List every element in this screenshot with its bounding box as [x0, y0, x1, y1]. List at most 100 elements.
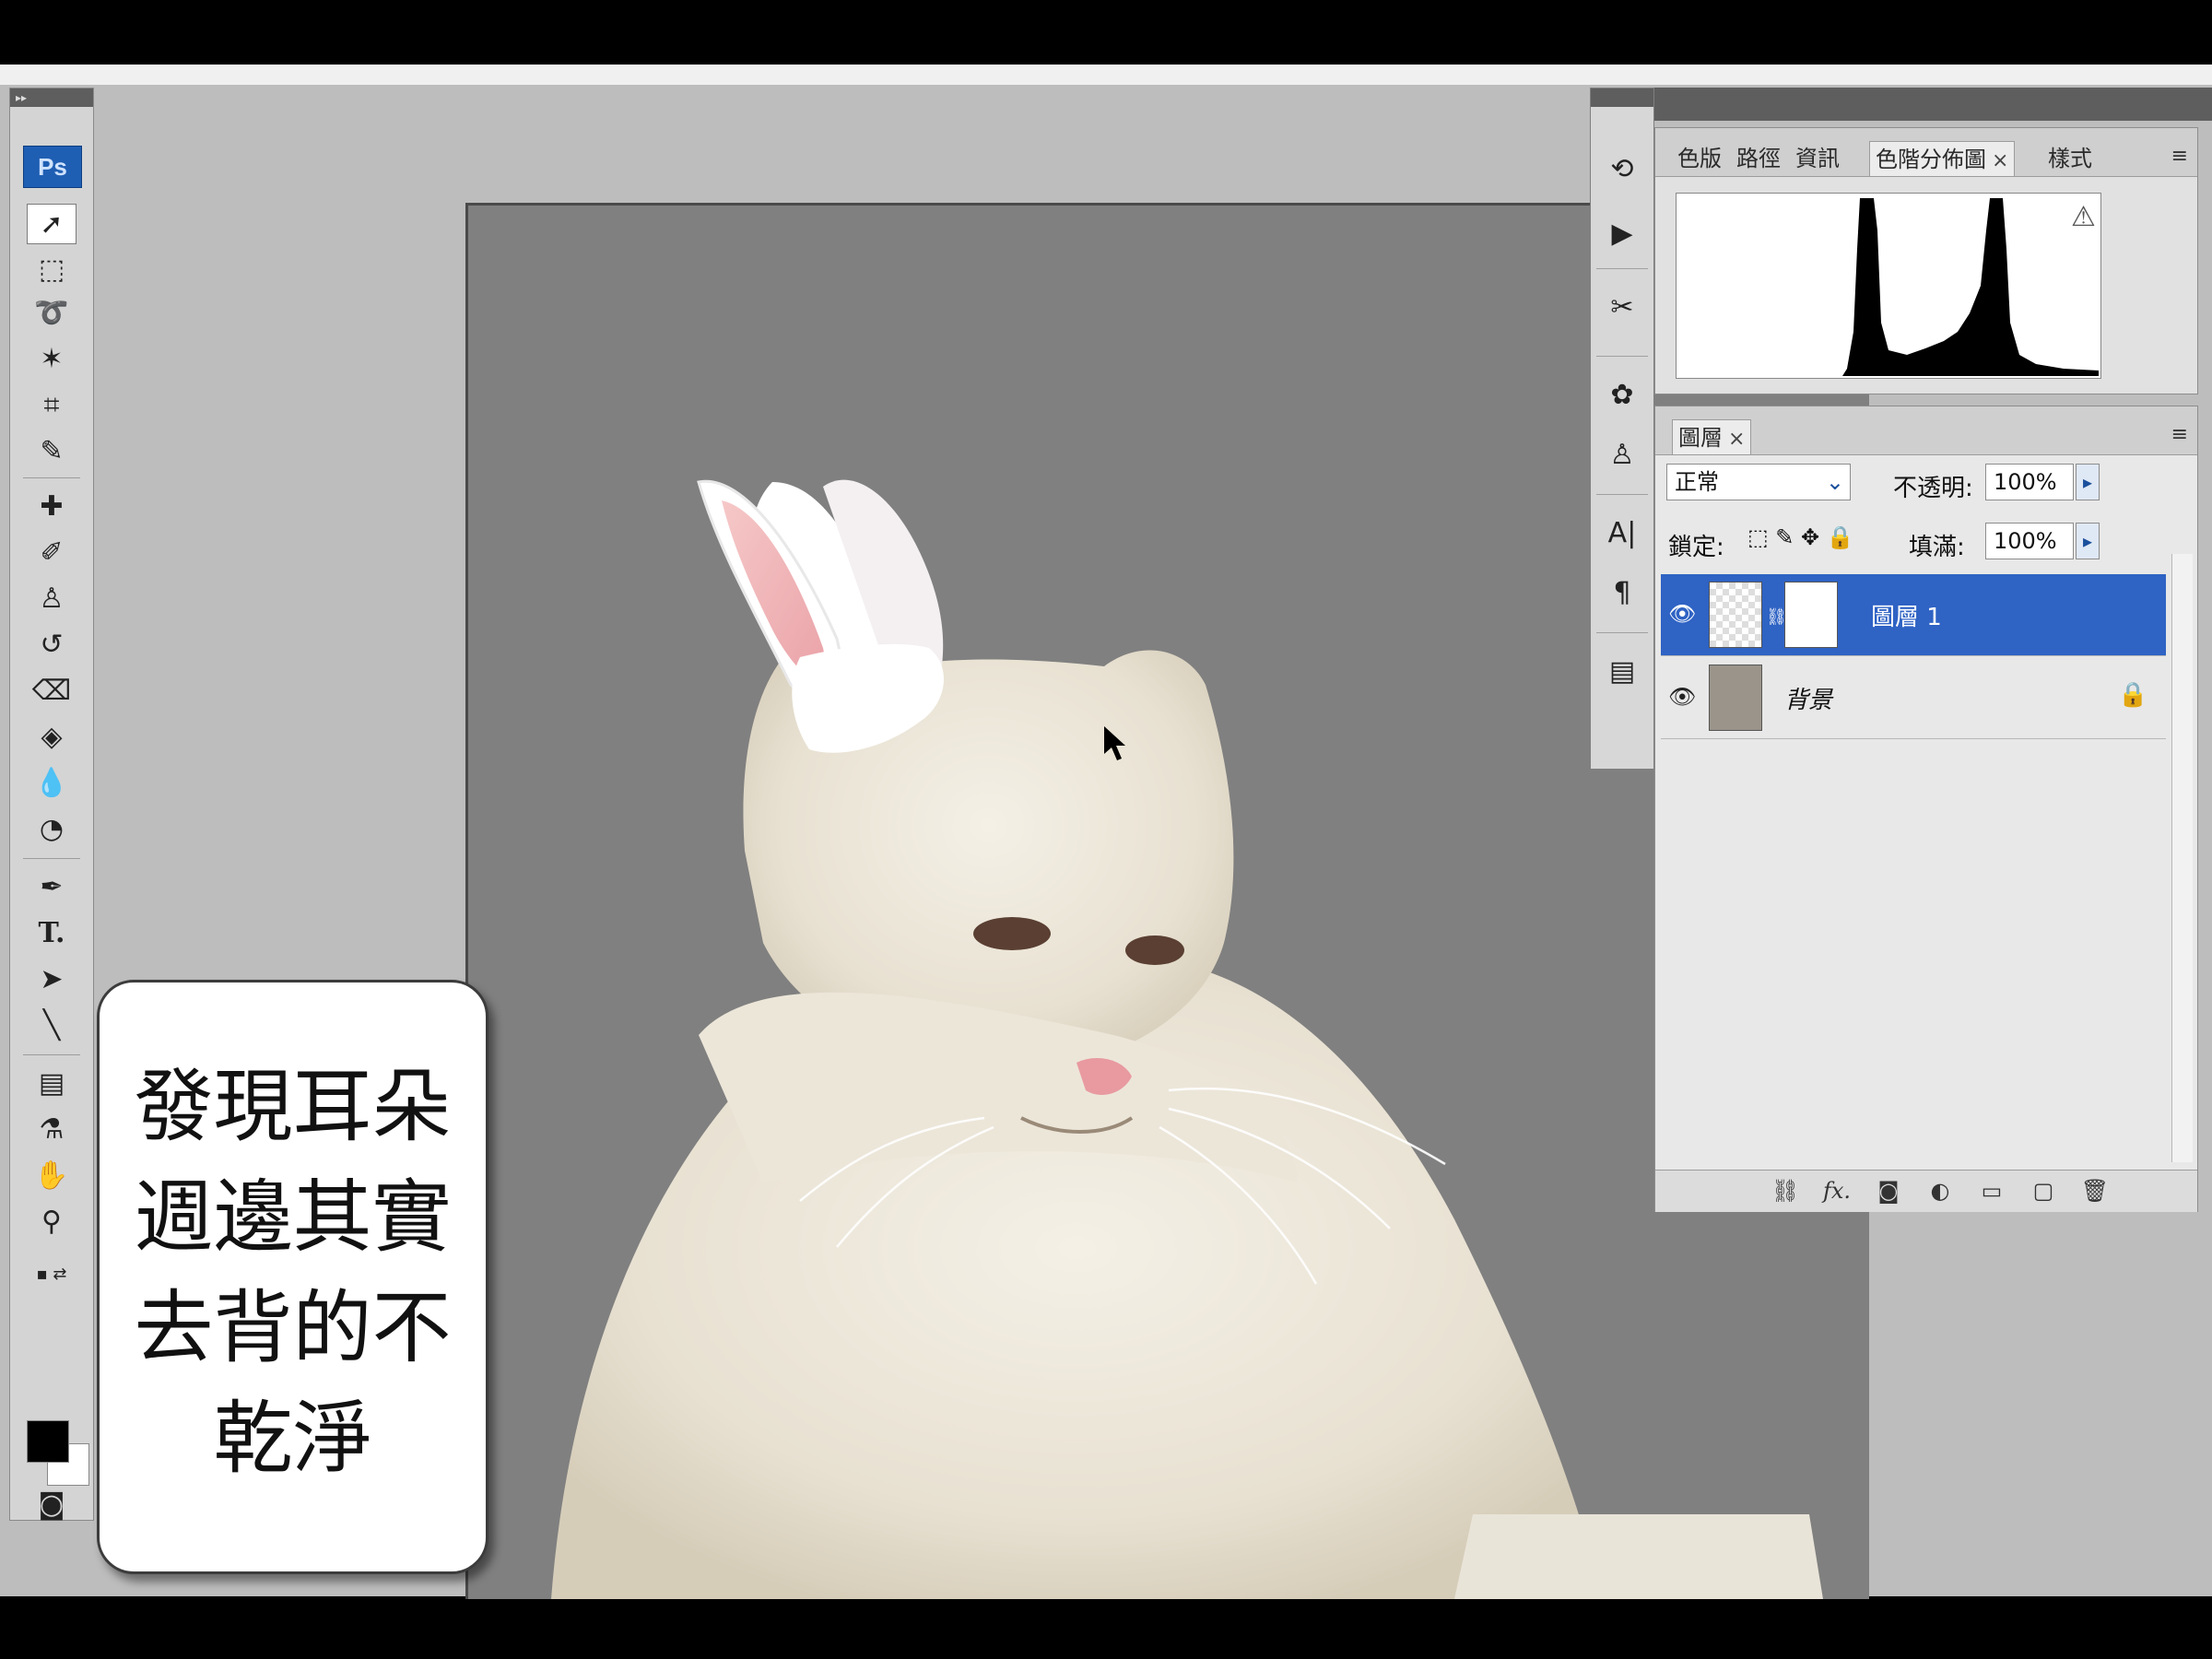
close-icon[interactable]: × — [1728, 428, 1745, 451]
dock-divider — [1596, 494, 1648, 495]
slice-tool-icon[interactable]: ✎ — [27, 431, 76, 472]
history-brush-tool-icon[interactable]: ↺ — [27, 625, 76, 665]
fill-arrow-icon[interactable]: ▸ — [2076, 523, 2100, 559]
healing-brush-tool-icon[interactable]: ✚ — [27, 487, 76, 527]
eye-icon[interactable]: 👁 — [1668, 683, 1696, 711]
layers-tabbar: 圖層 × ≡ — [1655, 406, 2197, 455]
toolbox-grip[interactable]: ▸▸ — [10, 88, 93, 107]
marquee-tool-icon[interactable]: ⬚ — [27, 250, 76, 290]
dock-divider — [1596, 268, 1648, 269]
lasso-tool-icon[interactable]: ➰ — [27, 293, 76, 334]
blend-mode-select[interactable]: 正常 ⌄ — [1666, 464, 1851, 500]
opacity-arrow-icon[interactable]: ▸ — [2076, 464, 2100, 500]
actions-icon[interactable]: ▶ — [1600, 213, 1644, 255]
layer-comps-icon[interactable]: ▤ — [1600, 651, 1644, 693]
caption-line: 乾淨 — [213, 1393, 372, 1485]
histogram-tabbar: 色版 路徑 資訊 色階分佈圖 × 樣式 ≡ — [1655, 128, 2197, 177]
histogram-graph: ⚠ — [1676, 193, 2101, 379]
mask-icon[interactable]: ◙ — [1873, 1176, 1904, 1206]
fill-label: 填滿: — [1909, 534, 1965, 561]
panel-menu-icon[interactable]: ≡ — [2171, 423, 2188, 446]
toolbox-divider — [23, 858, 80, 859]
panel-menu-icon[interactable]: ≡ — [2171, 145, 2188, 168]
crop-tool-icon[interactable]: ⌗ — [27, 385, 76, 426]
brushes-icon[interactable]: ✿ — [1600, 374, 1644, 417]
lock-icon: 🔒 — [2118, 681, 2148, 709]
close-icon[interactable]: × — [1992, 149, 2008, 172]
toolbox: ▸▸ Ps ➚ ⬚ ➰ ✶ ⌗ ✎ ✚ ✐ ♙ ↺ ⌫ ◈ 💧 ◔ ✒ T. ➤… — [9, 88, 94, 1521]
character-icon[interactable]: A| — [1600, 512, 1644, 555]
caption-line: 發現耳朵 — [134, 1061, 452, 1153]
type-tool-icon[interactable]: T. — [27, 913, 76, 954]
eyedropper-tool-icon[interactable]: ⚗ — [27, 1110, 76, 1150]
line-tool-icon[interactable]: ╲ — [27, 1006, 76, 1046]
opacity-input[interactable]: 100% — [1985, 464, 2074, 500]
panel-icon-dock: ⟲ ▶ ✂ ✿ ♙ A| ¶ ▤ — [1590, 88, 1654, 770]
paint-bucket-tool-icon[interactable]: ◈ — [27, 717, 76, 758]
clone-source-icon[interactable]: ♙ — [1600, 434, 1644, 477]
tab-layers-label: 圖層 — [1678, 425, 1723, 451]
quick-mask-icon[interactable]: ◙ — [27, 1485, 76, 1525]
brush-tool-icon[interactable]: ✐ — [27, 533, 76, 573]
blur-tool-icon[interactable]: 💧 — [27, 763, 76, 804]
layer-thumbnail — [1709, 665, 1762, 731]
adjustment-icon[interactable]: ◐ — [1924, 1176, 1956, 1206]
dodge-tool-icon[interactable]: ◔ — [27, 809, 76, 850]
lock-icons[interactable]: ⬚ ✎ ✥ 🔒 — [1747, 524, 1854, 550]
toolbox-divider — [23, 477, 80, 478]
toolbox-divider — [23, 1054, 80, 1055]
new-layer-icon[interactable]: ▢ — [2028, 1176, 2059, 1206]
link-icon[interactable]: ⛓ — [1770, 1176, 1801, 1206]
bottom-letterbox — [0, 1596, 2212, 1659]
layers-panel: 圖層 × ≡ 正常 ⌄ 不透明: 100% ▸ 鎖定: ⬚ ✎ ✥ 🔒 填滿: 1… — [1654, 406, 2198, 1212]
dock-grip[interactable] — [1591, 88, 1653, 107]
trash-icon[interactable]: 🗑 — [2079, 1176, 2111, 1206]
layer-name: 背景 — [1784, 687, 1833, 714]
swap-colors-icon[interactable]: ▪ ⇄ — [27, 1254, 76, 1295]
pen-tool-icon[interactable]: ✒ — [27, 867, 76, 908]
tab-histogram-label: 色階分佈圖 — [1876, 147, 1986, 172]
tab-histogram[interactable]: 色階分佈圖 × — [1869, 141, 2016, 176]
clone-stamp-tool-icon[interactable]: ♙ — [27, 579, 76, 619]
tab-channels[interactable]: 色版 — [1672, 141, 1727, 176]
panels-grip[interactable] — [1654, 88, 2212, 121]
layer-row[interactable]: 👁 ⛓ 圖層 1 — [1661, 574, 2166, 656]
zoom-tool-icon[interactable]: ⚲ — [27, 1202, 76, 1242]
top-letterbox — [0, 0, 2212, 65]
layers-footer: ⛓ fx. ◙ ◐ ▭ ▢ 🗑 — [1655, 1170, 2197, 1212]
layer-row[interactable]: 👁 背景 🔒 — [1661, 657, 2166, 739]
layer-name: 圖層 1 — [1871, 604, 1942, 631]
foreground-color-swatch[interactable] — [27, 1420, 69, 1463]
history-icon[interactable]: ⟲ — [1600, 148, 1644, 191]
paragraph-icon[interactable]: ¶ — [1600, 572, 1644, 615]
opacity-label: 不透明: — [1893, 475, 1973, 502]
magic-wand-tool-icon[interactable]: ✶ — [27, 339, 76, 380]
path-selection-tool-icon[interactable]: ➤ — [27, 959, 76, 1000]
layers-scrollbar[interactable] — [2171, 554, 2193, 1162]
blend-mode-value: 正常 — [1675, 469, 1719, 495]
histogram-panel: 色版 路徑 資訊 色階分佈圖 × 樣式 ≡ ⚠ — [1654, 127, 2198, 394]
eye-icon[interactable]: 👁 — [1668, 600, 1696, 628]
hand-tool-icon[interactable]: ✋ — [27, 1156, 76, 1196]
group-icon[interactable]: ▭ — [1976, 1176, 2007, 1206]
menu-strip — [0, 65, 2212, 86]
photoshop-logo[interactable]: Ps — [23, 146, 82, 188]
lock-label: 鎖定: — [1668, 534, 1724, 561]
histogram-chart — [1677, 198, 2099, 376]
fx-icon[interactable]: fx. — [1821, 1176, 1853, 1206]
tab-layers[interactable]: 圖層 × — [1672, 419, 1752, 454]
tab-paths[interactable]: 路徑 — [1731, 141, 1786, 176]
layer-mask-thumbnail[interactable] — [1784, 582, 1838, 648]
dock-divider — [1596, 632, 1648, 633]
warning-icon[interactable]: ⚠ — [2071, 201, 2096, 233]
caption-card: 發現耳朵 週邊其實 去背的不 乾淨 — [97, 980, 488, 1574]
eraser-tool-icon[interactable]: ⌫ — [27, 671, 76, 712]
tools-preset-icon[interactable]: ✂ — [1600, 287, 1644, 329]
fill-input[interactable]: 100% — [1985, 523, 2074, 559]
caption-line: 週邊其實 — [134, 1171, 452, 1264]
tab-styles[interactable]: 樣式 — [2042, 141, 2098, 176]
move-tool-icon[interactable]: ➚ — [27, 204, 76, 244]
caption-line: 去背的不 — [134, 1282, 452, 1374]
tab-info[interactable]: 資訊 — [1790, 141, 1845, 176]
notes-tool-icon[interactable]: ▤ — [27, 1064, 76, 1104]
